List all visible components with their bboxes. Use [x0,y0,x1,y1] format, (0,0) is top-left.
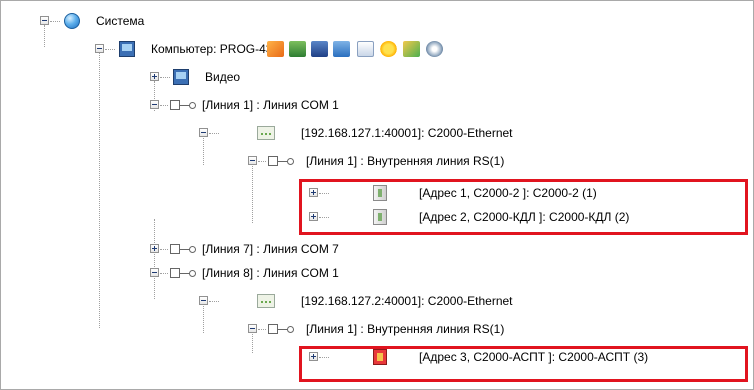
port-icon [170,100,196,110]
tree-guide [154,219,155,299]
tree-node-label: [Линия 1] : Внутренняя линия RS(1) [306,154,505,168]
disk-icon[interactable] [426,41,443,57]
tree-node-rs-line-1[interactable]: [Линия 1] : Внутренняя линия RS(1) [1,151,701,171]
collapse-toggle[interactable] [248,156,257,165]
device-tree-panel: Система Компьютер: PROG-43 Видео [Линия … [0,0,754,390]
tree-node-label: [Линия 1] : Внутренняя линия RS(1) [306,322,505,336]
tree-node-label: Компьютер: PROG-43 [151,42,273,56]
collapse-toggle[interactable] [95,44,104,53]
tree-node-computer[interactable]: Компьютер: PROG-43 [1,39,701,59]
tree-node-ethernet-1[interactable]: [192.168.127.1:40001]: С2000-Ethernet [1,123,701,143]
collapse-toggle[interactable] [248,324,257,333]
tree-node-label: [192.168.127.2:40001]: С2000-Ethernet [301,294,513,308]
tree-node-line7[interactable]: [Линия 7] : Линия COM 7 [1,239,701,259]
tree-node-label: [Линия 1] : Линия COM 1 [202,98,339,112]
monitor-green-icon[interactable] [289,41,306,57]
port-icon [170,268,196,278]
ethernet-module-icon [257,126,275,140]
collapse-toggle[interactable] [150,100,159,109]
video-icon [173,69,189,85]
tree-node-line1[interactable]: [Линия 1] : Линия COM 1 [1,95,701,115]
network-icon[interactable] [311,41,328,57]
tree-node-ethernet-2[interactable]: [192.168.127.2:40001]: С2000-Ethernet [1,291,701,311]
collapse-toggle[interactable] [199,128,208,137]
tree-connector [50,21,60,22]
sun-icon[interactable] [380,41,397,57]
highlight-box-device-3 [299,346,748,382]
tree-node-video[interactable]: Видео [1,67,701,87]
tree-node-label: [Линия 8] : Линия COM 1 [202,266,339,280]
key-icon[interactable] [403,41,420,57]
collapse-toggle[interactable] [150,268,159,277]
port-icon [170,244,196,254]
tree-connector [160,77,170,78]
tree-node-label: Видео [205,70,241,84]
expand-toggle[interactable] [150,72,159,81]
tree-connector [258,329,266,330]
tree-node-label: Система [96,14,145,28]
collapse-toggle[interactable] [199,296,208,305]
highlight-box-devices-1-2 [299,179,748,235]
tree-connector [160,273,168,274]
tree-connector [160,105,168,106]
run-icon[interactable] [267,41,284,57]
tree-connector [160,249,168,250]
tree-node-rs-line-2[interactable]: [Линия 1] : Внутренняя линия RS(1) [1,319,701,339]
document-icon[interactable] [357,41,374,57]
tree-node-label: [Линия 7] : Линия COM 7 [202,242,339,256]
ethernet-module-icon [257,294,275,308]
globe-icon [64,13,80,29]
port-icon [268,324,294,334]
collapse-toggle[interactable] [40,16,49,25]
tree-connector [258,161,266,162]
tree-node-label: [192.168.127.1:40001]: С2000-Ethernet [301,126,513,140]
tree-node-system[interactable]: Система [1,11,701,31]
computer-icon [119,41,135,57]
tree-connector [209,301,219,302]
tree-node-line8[interactable]: [Линия 8] : Линия COM 1 [1,263,701,283]
book-icon[interactable] [333,41,350,57]
tree-connector [105,49,115,50]
expand-toggle[interactable] [150,244,159,253]
tree-connector [209,133,219,134]
port-icon [268,156,294,166]
